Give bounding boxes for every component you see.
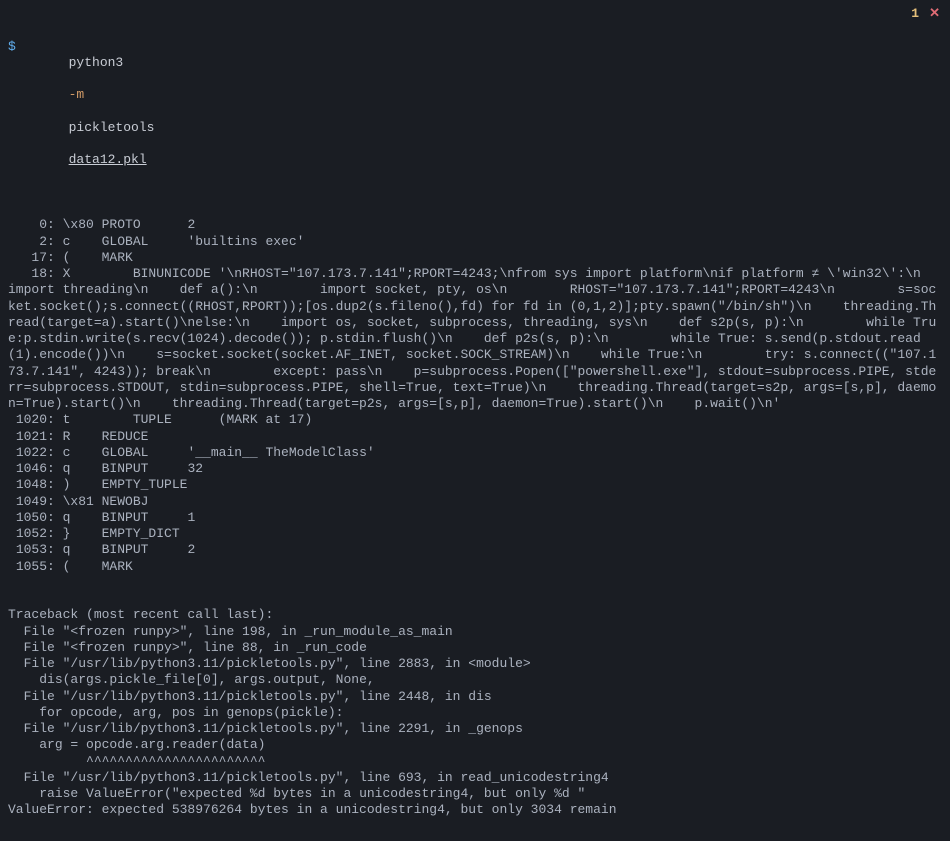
output-line: 1053: q BINPUT 2 [8,542,942,558]
traceback-line: ValueError: expected 538976264 bytes in … [8,802,942,818]
output-line: 1055: ( MARK [8,559,942,575]
traceback-line: dis(args.pickle_file[0], args.output, No… [8,672,942,688]
output-line: 18: X BINUNICODE '\nRHOST="107.173.7.141… [8,266,942,412]
traceback-line: File "/usr/lib/python3.11/pickletools.py… [8,689,942,705]
terminal-output: $ python3 -m pickletools data12.pkl 0: \… [0,0,950,841]
prompt-symbol: $ [8,39,16,55]
traceback-line: File "<frozen runpy>", line 88, in _run_… [8,640,942,656]
close-icon[interactable]: ✕ [929,6,940,22]
output-line: 2: c GLOBAL 'builtins exec' [8,234,942,250]
output-line: 1048: ) EMPTY_TUPLE [8,477,942,493]
warning-count-badge: 1 [911,6,919,22]
pickletools-output: 0: \x80 PROTO 2 2: c GLOBAL 'builtins ex… [8,217,942,575]
output-line: 1020: t TUPLE (MARK at 17) [8,412,942,428]
python-traceback: Traceback (most recent call last): File … [8,607,942,818]
traceback-line: File "/usr/lib/python3.11/pickletools.py… [8,770,942,786]
traceback-line: File "<frozen runpy>", line 198, in _run… [8,624,942,640]
cmd-file-argument: data12.pkl [69,152,147,167]
traceback-line: File "/usr/lib/python3.11/pickletools.py… [8,721,942,737]
cmd-executable: python3 [69,55,124,70]
output-line: 1049: \x81 NEWOBJ [8,494,942,510]
command-prompt-line: $ python3 -m pickletools data12.pkl [8,39,942,185]
traceback-line: arg = opcode.arg.reader(data) [8,737,942,753]
output-line: 1046: q BINPUT 32 [8,461,942,477]
cmd-module: pickletools [69,120,155,135]
output-line: 1021: R REDUCE [8,429,942,445]
traceback-line: raise ValueError("expected %d bytes in a… [8,786,942,802]
output-line: 0: \x80 PROTO 2 [8,217,942,233]
cmd-flag: -m [69,87,85,102]
output-line: 1052: } EMPTY_DICT [8,526,942,542]
output-line: 1050: q BINPUT 1 [8,510,942,526]
traceback-line: Traceback (most recent call last): [8,607,942,623]
traceback-line: File "/usr/lib/python3.11/pickletools.py… [8,656,942,672]
traceback-line: ^^^^^^^^^^^^^^^^^^^^^^^ [8,754,942,770]
output-line: 1022: c GLOBAL '__main__ TheModelClass' [8,445,942,461]
output-line: 17: ( MARK [8,250,942,266]
traceback-line: for opcode, arg, pos in genops(pickle): [8,705,942,721]
